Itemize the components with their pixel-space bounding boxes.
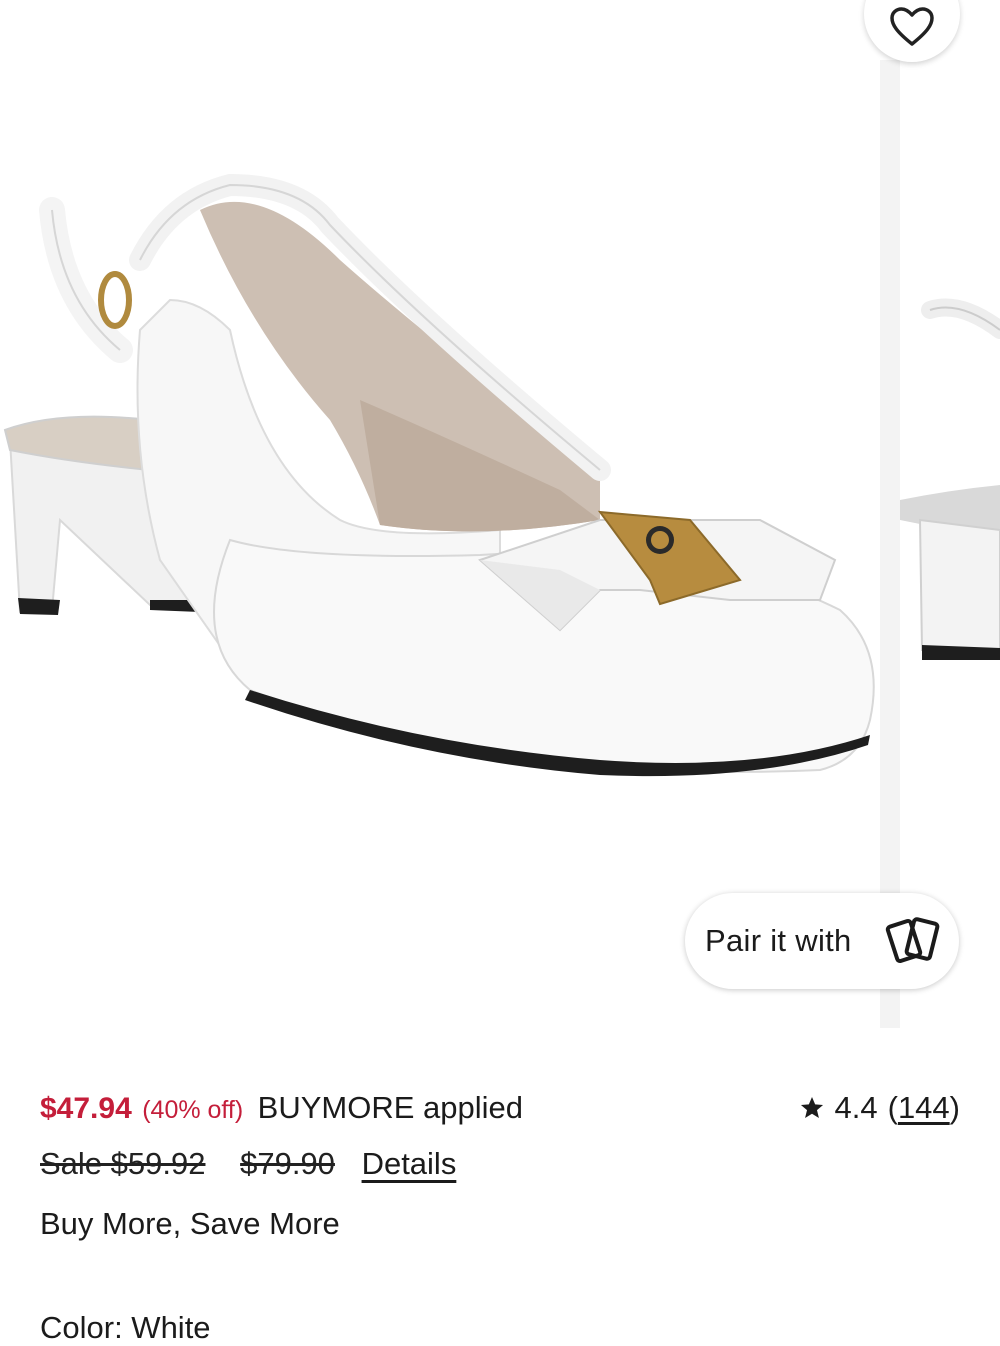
product-image-gallery[interactable]: Pair it with <box>0 0 1000 1030</box>
rating-close-paren: ) <box>949 1090 960 1125</box>
rating-open-paren: ( <box>887 1090 898 1125</box>
rating-value: 4.4 <box>834 1090 878 1125</box>
details-link[interactable]: Details <box>362 1146 457 1181</box>
gallery-divider <box>880 60 900 1028</box>
star-icon <box>800 1096 823 1118</box>
percent-off: (40% off) <box>142 1096 244 1124</box>
rating-summary[interactable]: 4.4 (144) <box>799 1090 960 1126</box>
cards-icon <box>885 917 940 964</box>
pair-it-with-label: Pair it with <box>705 923 852 958</box>
price-row: $47.94 (40% off) BUYMORE applied <box>40 1090 523 1126</box>
original-price: $79.90 <box>240 1146 335 1181</box>
product-image-next[interactable] <box>900 0 1000 1030</box>
heart-icon <box>890 7 934 46</box>
product-image-main[interactable] <box>0 0 880 1030</box>
previous-sale-price: Sale $59.92 <box>40 1146 206 1181</box>
promo-applied-text: BUYMORE applied <box>257 1090 523 1125</box>
review-count-link[interactable]: 144 <box>898 1090 950 1126</box>
sale-price: $47.94 <box>40 1092 132 1125</box>
color-label: Color: White <box>40 1310 211 1345</box>
previous-prices-row: Sale $59.92 $79.90 Details <box>40 1146 456 1182</box>
promo-message: Buy More, Save More <box>40 1206 340 1241</box>
